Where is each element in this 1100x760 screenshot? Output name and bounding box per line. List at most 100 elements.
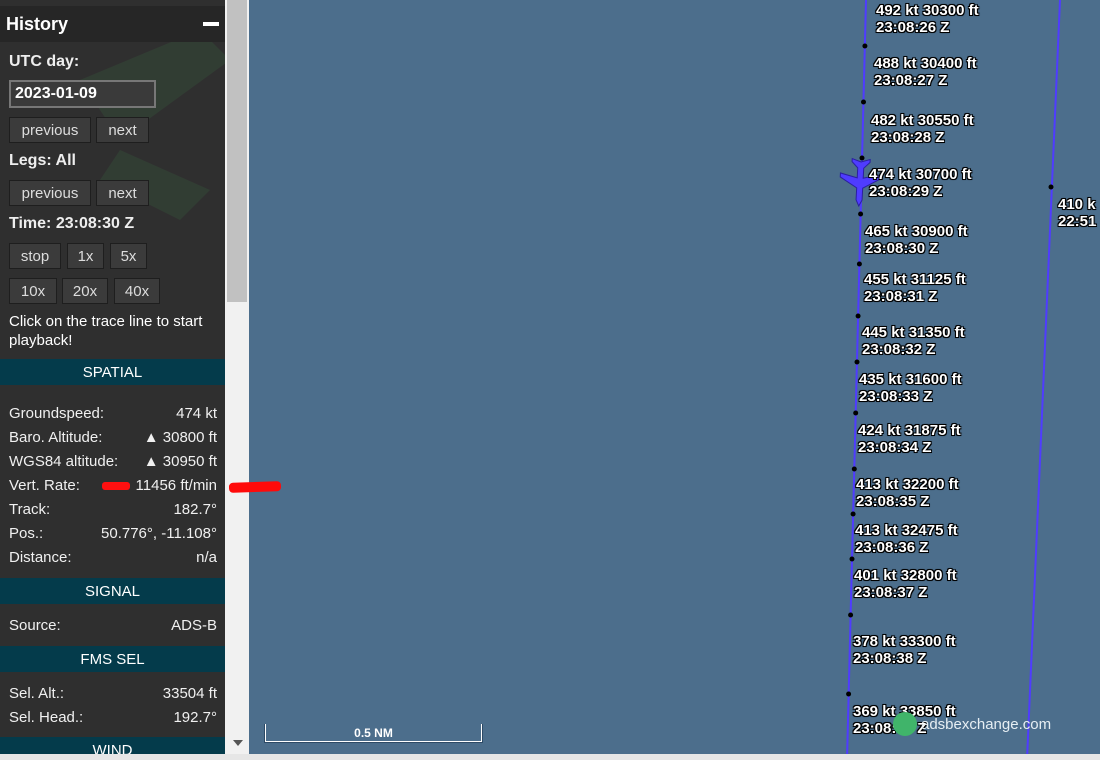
track-point-time: 23:08:28 Z: [871, 129, 945, 146]
sel-alt-label: Sel. Alt.:: [9, 684, 65, 702]
stop-button[interactable]: stop: [9, 243, 61, 269]
track-point-label[interactable]: 492 kt 30300 ft 23:08:26 Z: [876, 2, 979, 36]
track-point-speed-alt: 445 kt 31350 ft: [862, 324, 965, 341]
trace-point[interactable]: [859, 155, 865, 161]
collapse-icon[interactable]: [203, 22, 219, 26]
baro-altitude-label: Baro. Altitude:: [9, 428, 103, 446]
track-point-label[interactable]: 401 kt 32800 ft 23:08:37 Z: [854, 567, 957, 601]
speed-10x-button[interactable]: 10x: [9, 278, 57, 304]
legs-previous-button[interactable]: previous: [9, 180, 91, 206]
sel-alt-value: 33504 ft: [162, 684, 217, 702]
trace-point[interactable]: [848, 612, 854, 618]
track-point-time: 23:08:30 Z: [865, 240, 939, 257]
groundspeed-value: 474 kt: [176, 404, 217, 422]
vert-rate-row: Vert. Rate: 11456 ft/min: [9, 474, 217, 496]
track-point-speed-alt: 455 kt 31125 ft: [864, 271, 966, 288]
history-sidebar: History UTC day: previous next Legs: All…: [0, 0, 225, 760]
track-point-speed-alt: 474 kt 30700 ft: [869, 166, 972, 183]
day-previous-button[interactable]: previous: [9, 117, 91, 143]
other-track-time: 22:51: [1058, 213, 1097, 230]
history-header: History: [0, 6, 225, 42]
track-point-label[interactable]: 482 kt 30550 ft 23:08:28 Z: [871, 112, 974, 146]
track-point-label[interactable]: 488 kt 30400 ft 23:08:27 Z: [874, 55, 977, 89]
distance-value: n/a: [196, 548, 217, 566]
track-point-speed-alt: 488 kt 30400 ft: [874, 55, 977, 72]
track-point-time: 23:08:34 Z: [858, 439, 932, 456]
baro-altitude-value: ▲ 30800 ft: [143, 428, 217, 446]
track-point-time: 23:08:31 Z: [864, 288, 938, 305]
track-point-label[interactable]: 455 kt 31125 ft 23:08:31 Z: [864, 271, 966, 305]
position-value: 50.776°, -11.108°: [101, 524, 217, 542]
day-next-button[interactable]: next: [96, 117, 149, 143]
trace-point[interactable]: [846, 691, 852, 697]
trace-point[interactable]: [855, 313, 861, 319]
playback-hint: Click on the trace line to start playbac…: [9, 313, 203, 349]
track-point-time: 23:08:32 Z: [862, 341, 936, 358]
scrollbar-thumb[interactable]: [227, 0, 247, 302]
track-point-label[interactable]: 435 kt 31600 ft 23:08:33 Z: [859, 371, 962, 405]
other-trace-line[interactable]: [1026, 0, 1061, 760]
trace-point[interactable]: [849, 556, 855, 562]
track-point-time: 23:08:27 Z: [874, 72, 948, 89]
track-value: 182.7°: [173, 500, 217, 518]
trace-point[interactable]: [862, 43, 868, 49]
vert-rate-label: Vert. Rate:: [9, 476, 80, 494]
track-point-speed-alt: 482 kt 30550 ft: [871, 112, 974, 129]
speed-40x-button[interactable]: 40x: [114, 278, 160, 304]
track-point-time: 23:08:29 Z: [869, 183, 943, 200]
track-point-speed-alt: 435 kt 31600 ft: [859, 371, 962, 388]
trace-point[interactable]: [856, 261, 862, 267]
track-point-time: 23:08:36 Z: [855, 539, 929, 556]
adsbx-logo-icon: [893, 712, 917, 736]
speed-1x-button[interactable]: 1x: [67, 243, 104, 269]
distance-row: Distance: n/a: [9, 546, 217, 568]
distance-label: Distance:: [9, 548, 72, 566]
track-point-label[interactable]: 424 kt 31875 ft 23:08:34 Z: [858, 422, 961, 456]
track-point-label[interactable]: 413 kt 32475 ft 23:08:36 Z: [855, 522, 958, 556]
vert-rate-value: 11456 ft/min: [135, 476, 217, 494]
track-point-label[interactable]: 465 kt 30900 ft 23:08:30 Z: [865, 223, 968, 257]
trace-point[interactable]: [854, 359, 860, 365]
track-label: Track:: [9, 500, 51, 518]
trace-point[interactable]: [853, 410, 859, 416]
fms-section-header[interactable]: FMS SEL: [0, 646, 225, 672]
source-row: Source: ADS-B: [9, 614, 217, 636]
history-title: History: [6, 13, 69, 34]
trace-point[interactable]: [861, 99, 866, 105]
time-label: Time: 23:08:30 Z: [9, 215, 135, 232]
spatial-section-header[interactable]: SPATIAL: [0, 359, 225, 385]
map-view[interactable]: 492 kt 30300 ft 23:08:26 Z 488 kt 30400 ft…: [249, 0, 1100, 760]
legs-next-button[interactable]: next: [96, 180, 149, 206]
groundspeed-label: Groundspeed:: [9, 404, 105, 422]
trace-point[interactable]: [850, 511, 856, 517]
red-highlight-mark: [101, 481, 130, 490]
other-track-label[interactable]: 410 k 22:51: [1058, 196, 1096, 230]
trace-point[interactable]: [851, 466, 857, 472]
trace-point[interactable]: [858, 211, 864, 217]
track-point-label[interactable]: 474 kt 30700 ft 23:08:29 Z: [869, 166, 972, 200]
wgs84-altitude-label: WGS84 altitude:: [9, 452, 119, 470]
utc-day-input[interactable]: [9, 80, 156, 108]
track-point-label[interactable]: 378 kt 33300 ft 23:08:38 Z: [853, 633, 956, 667]
baro-altitude-row: Baro. Altitude: ▲ 30800 ft: [9, 426, 217, 448]
signal-section-header[interactable]: SIGNAL: [0, 578, 225, 604]
speed-5x-button[interactable]: 5x: [110, 243, 147, 269]
groundspeed-row: Groundspeed: 474 kt: [9, 402, 217, 424]
track-point-speed-alt: 378 kt 33300 ft: [853, 633, 956, 650]
wgs84-altitude-row: WGS84 altitude: ▲ 30950 ft: [9, 450, 217, 472]
track-point-time: 23:08:35 Z: [856, 493, 930, 510]
scroll-down-arrow-icon[interactable]: [233, 740, 243, 746]
scale-bar: 0.5 NM: [264, 724, 483, 743]
watermark-text: adsbexchange.com: [921, 715, 1052, 733]
track-point-label[interactable]: 413 kt 32200 ft 23:08:35 Z: [856, 476, 959, 510]
track-point-label[interactable]: 445 kt 31350 ft 23:08:32 Z: [862, 324, 965, 358]
other-trace-point[interactable]: [1048, 184, 1054, 190]
track-point-speed-alt: 413 kt 32200 ft: [856, 476, 959, 493]
speed-20x-button[interactable]: 20x: [62, 278, 108, 304]
track-point-speed-alt: 492 kt 30300 ft: [876, 2, 979, 19]
position-row: Pos.: 50.776°, -11.108°: [9, 522, 217, 544]
sel-alt-row: Sel. Alt.: 33504 ft: [9, 682, 217, 704]
position-label: Pos.:: [9, 524, 44, 542]
sidebar-scrollbar[interactable]: [225, 0, 249, 760]
vert-rate-value-wrap: 11456 ft/min: [101, 476, 217, 494]
